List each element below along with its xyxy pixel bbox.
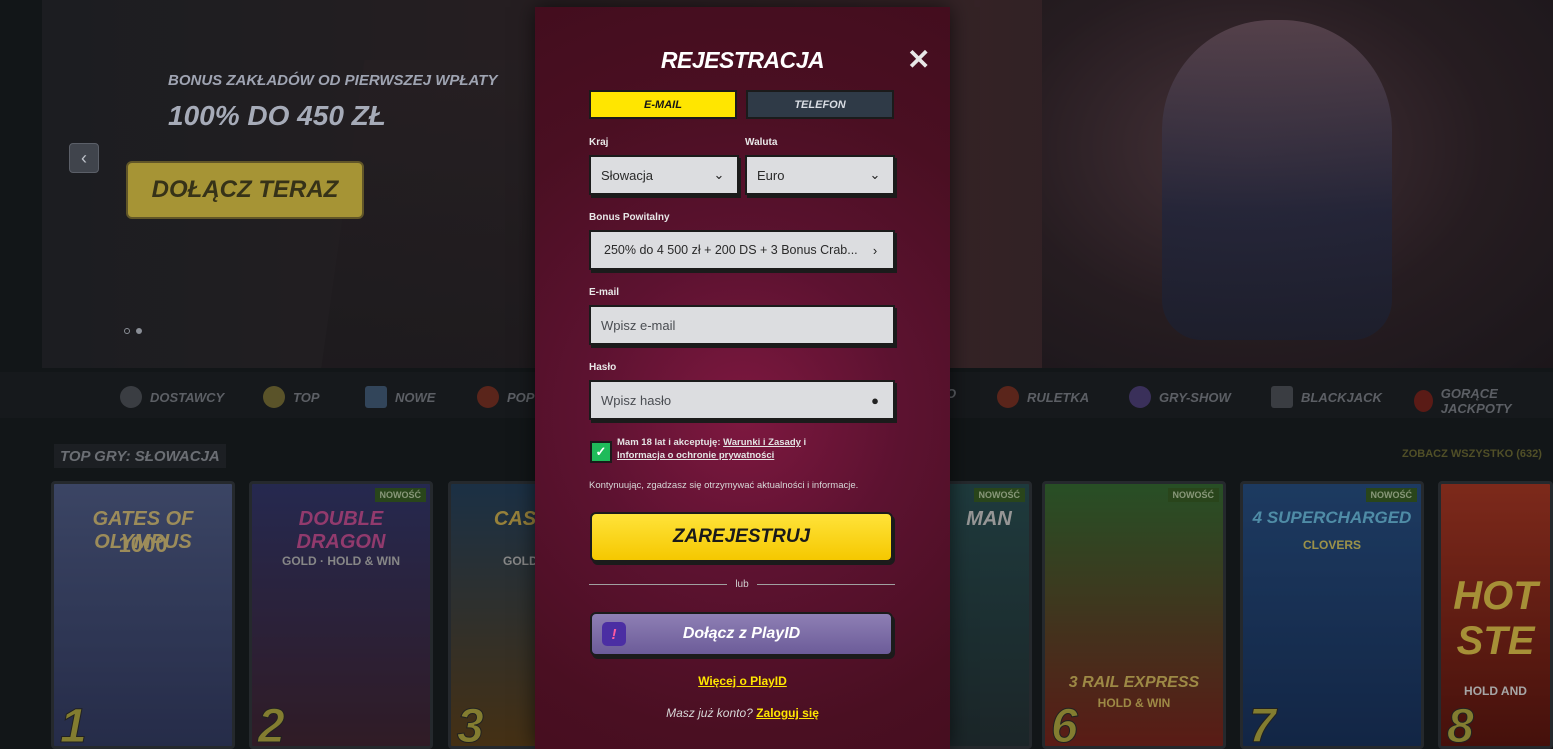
bonus-select[interactable]: 250% do 4 500 zł + 200 DS + 3 Bonus Crab… (589, 230, 895, 270)
privacy-link[interactable]: Informacja o ochronie prywatności (617, 450, 774, 461)
tab-email[interactable]: E-MAIL (589, 90, 737, 119)
registration-modal: REJESTRACJA ✕ E-MAIL TELEFON Kraj Waluta… (535, 7, 950, 749)
eye-icon[interactable]: ● (867, 393, 883, 408)
carousel-dots (124, 328, 142, 334)
join-now-button[interactable]: DOŁĄCZ TERAZ (126, 161, 364, 219)
country-label: Kraj (589, 137, 609, 148)
hero-character-image (1162, 20, 1392, 340)
login-link[interactable]: Zaloguj się (756, 706, 819, 720)
divider-line (756, 584, 896, 585)
or-divider: lub (589, 579, 896, 590)
consent-text: Mam 18 lat i akceptuję: Warunki i Zasady… (617, 437, 807, 461)
email-label: E-mail (589, 287, 620, 298)
hero-subtitle: BONUS ZAKŁADÓW OD PIERWSZEJ WPŁATY (168, 72, 498, 89)
divider-line (589, 584, 728, 585)
login-prompt: Masz już konto? Zaloguj się (666, 706, 819, 720)
carousel-dot-active[interactable] (136, 328, 142, 334)
hero-headline: 100% DO 450 ZŁ (168, 100, 386, 131)
close-icon[interactable]: ✕ (907, 46, 930, 74)
tab-phone[interactable]: TELEFON (746, 90, 894, 119)
password-label: Hasło (589, 362, 617, 373)
bonus-label: Bonus Powitalny (589, 212, 670, 223)
carousel-dot[interactable] (124, 328, 130, 334)
newsletter-info: Kontynuując, zgadzasz się otrzymywać akt… (589, 480, 859, 491)
modal-title: REJESTRACJA (660, 47, 825, 73)
terms-link[interactable]: Warunki i Zasady (723, 437, 801, 448)
playid-logo-icon: ! (602, 622, 626, 646)
email-field[interactable]: Wpisz e-mail (589, 305, 895, 345)
playid-button[interactable]: ! Dołącz z PlayID (590, 612, 893, 656)
register-button[interactable]: ZAREJESTRUJ (590, 512, 893, 562)
chevron-down-icon: ⌄ (713, 167, 725, 182)
country-select[interactable]: Słowacja ⌄ (589, 155, 739, 195)
playid-more-link[interactable]: Więcej o PlayID (535, 674, 950, 688)
chevron-down-icon: ⌄ (869, 167, 881, 182)
chevron-right-icon: › (872, 242, 878, 258)
age-consent-checkbox[interactable]: ✓ (590, 441, 612, 463)
currency-label: Waluta (745, 137, 778, 148)
chevron-left-icon[interactable]: ‹ (69, 143, 99, 173)
password-field[interactable]: Wpisz hasło ● (589, 380, 895, 420)
currency-select[interactable]: Euro ⌄ (745, 155, 895, 195)
check-icon: ✓ (595, 444, 607, 459)
